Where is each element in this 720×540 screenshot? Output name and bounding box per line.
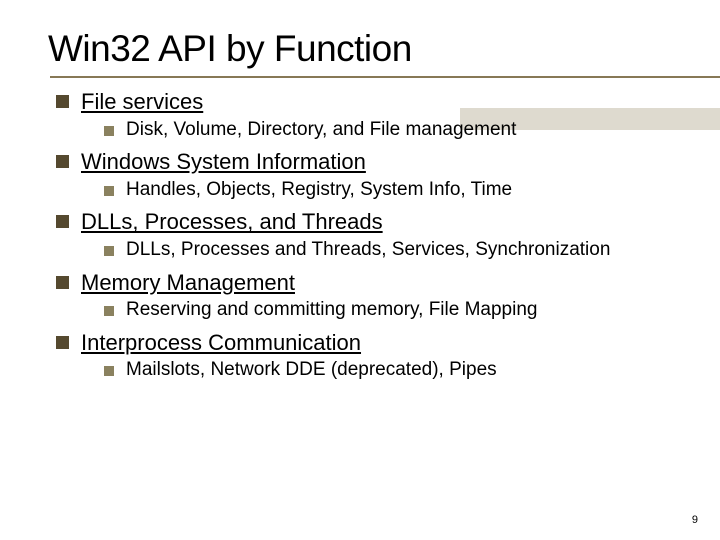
square-bullet-icon: [56, 215, 69, 228]
content-area: File services Disk, Volume, Directory, a…: [48, 88, 672, 383]
slide-title: Win32 API by Function: [48, 28, 672, 70]
title-underline: [50, 76, 720, 78]
square-bullet-icon: [56, 336, 69, 349]
list-item: DLLs, Processes, and Threads: [56, 208, 672, 236]
sub-list-label: DLLs, Processes and Threads, Services, S…: [126, 238, 610, 263]
square-bullet-icon: [104, 246, 114, 256]
sub-list-item: Mailslots, Network DDE (deprecated), Pip…: [104, 358, 672, 383]
list-item: File services: [56, 88, 672, 116]
square-bullet-icon: [104, 366, 114, 376]
page-number: 9: [692, 514, 698, 526]
sub-list-item: Handles, Objects, Registry, System Info,…: [104, 178, 672, 203]
square-bullet-icon: [56, 276, 69, 289]
list-label: Memory Management: [81, 269, 295, 297]
sub-list-label: Disk, Volume, Directory, and File manage…: [126, 118, 516, 143]
sub-list-label: Mailslots, Network DDE (deprecated), Pip…: [126, 358, 497, 383]
sub-list-item: Disk, Volume, Directory, and File manage…: [104, 118, 672, 143]
square-bullet-icon: [56, 155, 69, 168]
sub-list-item: DLLs, Processes and Threads, Services, S…: [104, 238, 672, 263]
list-item: Windows System Information: [56, 148, 672, 176]
square-bullet-icon: [104, 306, 114, 316]
square-bullet-icon: [104, 186, 114, 196]
sub-list-label: Handles, Objects, Registry, System Info,…: [126, 178, 512, 203]
list-label: File services: [81, 88, 203, 116]
list-item: Interprocess Communication: [56, 329, 672, 357]
square-bullet-icon: [56, 95, 69, 108]
list-item: Memory Management: [56, 269, 672, 297]
sub-list-label: Reserving and committing memory, File Ma…: [126, 298, 537, 323]
slide: Win32 API by Function File services Disk…: [0, 0, 720, 540]
square-bullet-icon: [104, 126, 114, 136]
sub-list-item: Reserving and committing memory, File Ma…: [104, 298, 672, 323]
list-label: DLLs, Processes, and Threads: [81, 208, 383, 236]
list-label: Windows System Information: [81, 148, 366, 176]
list-label: Interprocess Communication: [81, 329, 361, 357]
